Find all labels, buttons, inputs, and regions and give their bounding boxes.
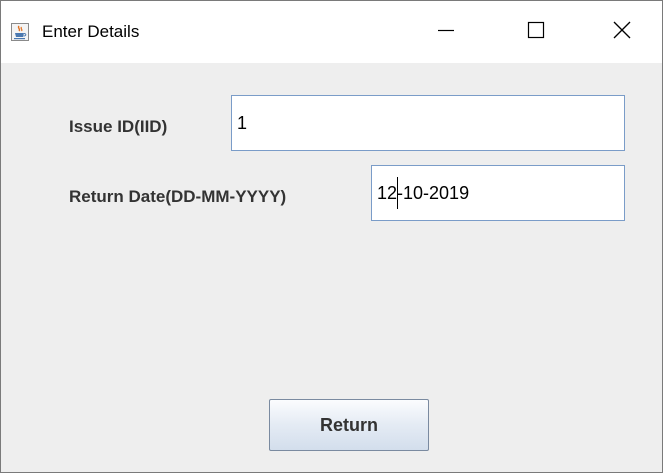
close-icon: [612, 20, 632, 45]
enter-details-window: Enter Details Issue ID(IID) 1 Return Dat…: [0, 0, 663, 473]
title-bar[interactable]: Enter Details: [1, 1, 662, 63]
maximize-button[interactable]: [491, 1, 581, 63]
close-button[interactable]: [581, 1, 662, 63]
window-title: Enter Details: [42, 22, 140, 41]
issue-id-input[interactable]: 1: [231, 95, 625, 151]
return-date-label: Return Date(DD-MM-YYYY): [69, 187, 287, 206]
return-date-input[interactable]: 12-10-2019: [371, 165, 625, 221]
minimize-icon: [436, 20, 456, 45]
issue-id-label: Issue ID(IID): [69, 117, 168, 136]
return-button[interactable]: Return: [269, 399, 429, 451]
maximize-icon: [526, 20, 546, 45]
java-cup-icon: [11, 23, 29, 41]
minimize-button[interactable]: [401, 1, 491, 63]
text-caret: [397, 177, 398, 209]
